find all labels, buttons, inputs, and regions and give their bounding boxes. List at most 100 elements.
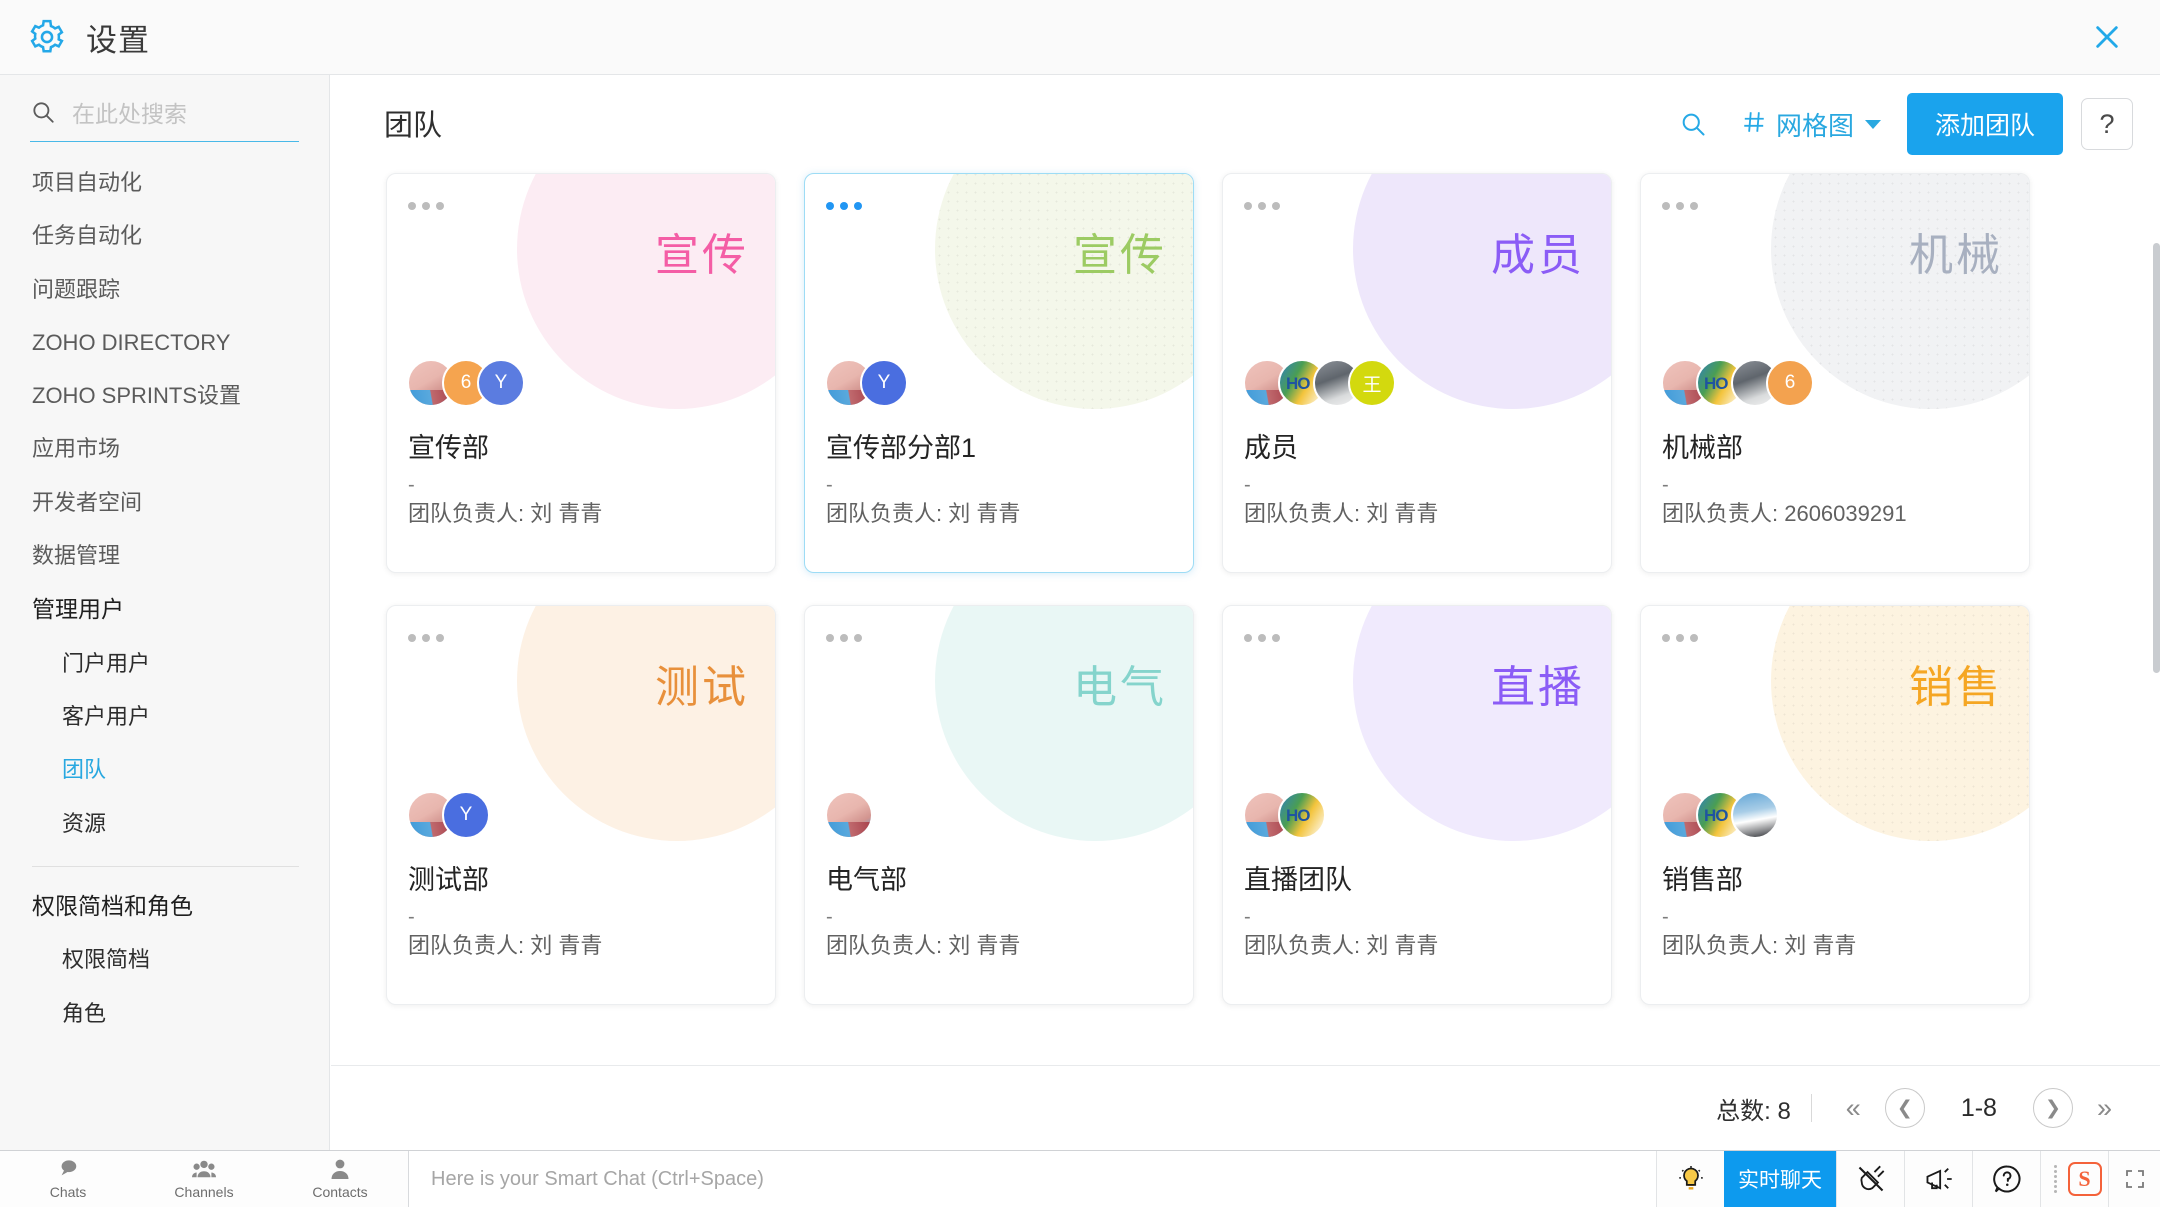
sidebar-item-5[interactable]: 应用市场: [0, 422, 329, 475]
card-owner: 团队负责人: 刘 青青: [826, 933, 1021, 958]
card-description: -: [1662, 474, 1669, 496]
card-avatar-stack: [1243, 791, 1326, 839]
sidebar-item-10[interactable]: 客户用户: [0, 690, 329, 743]
avatar[interactable]: [1278, 791, 1326, 839]
card-avatar-stack: 王: [1243, 359, 1396, 407]
drag-grip-icon[interactable]: [2053, 1164, 2062, 1194]
card-avatar-stack: [825, 791, 873, 839]
sidebar-item-12[interactable]: 资源: [0, 797, 329, 850]
avatar[interactable]: Y: [442, 791, 490, 839]
pagination-bar: 总数: 8 « ❮ 1-8 ❯ »: [331, 1065, 2160, 1150]
sidebar-item-6[interactable]: 开发者空间: [0, 476, 329, 529]
sogou-ime-icon[interactable]: S: [2067, 1162, 2102, 1196]
live-chat-button[interactable]: 实时聊天: [1724, 1151, 1836, 1207]
sidebar-item-1[interactable]: 任务自动化: [0, 209, 329, 262]
question-circle-icon[interactable]: [1972, 1151, 2040, 1207]
sidebar-search[interactable]: [30, 99, 299, 142]
avatar[interactable]: 6: [1766, 359, 1814, 407]
sidebar-item-11[interactable]: 团队: [0, 743, 329, 796]
gear-icon: [26, 16, 68, 58]
window-title: 设置: [86, 22, 150, 58]
sidebar-item-14[interactable]: 权限简档: [0, 933, 329, 986]
card-owner: 团队负责人: 刘 青青: [1244, 501, 1439, 526]
sidebar-item-4[interactable]: ZOHO SPRINTS设置: [0, 369, 329, 422]
card-avatar-stack: Y: [825, 359, 908, 407]
card-more-options-icon[interactable]: [1244, 202, 1280, 210]
next-page-icon[interactable]: ❯: [2032, 1088, 2073, 1128]
close-icon[interactable]: [2080, 10, 2134, 64]
channels-icon: [192, 1158, 216, 1183]
card-title: 直播团队: [1244, 865, 1352, 895]
avatar[interactable]: Y: [477, 359, 525, 407]
taskbar-item-contacts[interactable]: Contacts: [272, 1151, 408, 1207]
add-team-button[interactable]: 添加团队: [1906, 93, 2063, 155]
sidebar-item-13[interactable]: 权限简档和角色: [0, 879, 329, 933]
card-title: 宣传部: [408, 433, 489, 463]
sidebar-nav: 项目自动化 任务自动化 问题跟踪 ZOHO DIRECTORY ZOHO SPRINTS…: [0, 142, 329, 1040]
first-page-icon[interactable]: «: [1832, 1093, 1875, 1124]
megaphone-icon[interactable]: [1904, 1151, 1972, 1207]
card-more-options-icon[interactable]: [826, 202, 862, 210]
total-count: 总数: 8: [1716, 1097, 1791, 1125]
sidebar-item-8[interactable]: 管理用户: [0, 582, 329, 636]
card-badge-text: 测试: [655, 663, 749, 712]
team-card[interactable]: 宣传 Y 宣传部分部1 - 团队负责人: 刘 青青: [804, 173, 1194, 573]
card-more-options-icon[interactable]: [826, 634, 862, 642]
team-card[interactable]: 测试 Y 测试部 - 团队负责人: 刘 青青: [386, 605, 776, 1005]
sidebar-item-7[interactable]: 数据管理: [0, 529, 329, 582]
lightbulb-icon[interactable]: [1656, 1151, 1724, 1207]
team-card[interactable]: 成员王成员-团队负责人: 刘 青青: [1222, 173, 1612, 573]
help-button[interactable]: ?: [2081, 98, 2133, 150]
team-card[interactable]: 直播直播团队 - 团队负责人: 刘 青青: [1222, 605, 1612, 1005]
card-badge-text: 销售: [1909, 663, 2003, 712]
view-mode-dropdown[interactable]: 网格图: [1741, 106, 1881, 143]
sidebar-item-2[interactable]: 问题跟踪: [0, 263, 329, 316]
card-blob: [935, 606, 1193, 841]
card-more-options-icon[interactable]: [1244, 634, 1280, 642]
taskbar-label: Chats: [49, 1184, 87, 1200]
view-mode-label: 网格图: [1775, 110, 1854, 141]
card-more-options-icon[interactable]: [1662, 202, 1698, 210]
blob-dot-pattern: [1771, 606, 2029, 841]
vertical-scrollbar[interactable]: [2153, 243, 2160, 673]
team-card[interactable]: 销售销售部 - 团队负责人: 刘 青青: [1640, 605, 2030, 1005]
plug-disconnected-icon[interactable]: [1836, 1151, 1904, 1207]
card-more-options-icon[interactable]: [1662, 634, 1698, 642]
avatar[interactable]: [1731, 791, 1779, 839]
card-blob: [1771, 606, 2029, 841]
card-more-options-icon[interactable]: [408, 634, 444, 642]
taskbar-item-channels[interactable]: Channels: [136, 1151, 272, 1207]
card-description: -: [826, 474, 833, 496]
sidebar-item-3[interactable]: ZOHO DIRECTORY: [0, 316, 329, 369]
resize-icon[interactable]: [2108, 1151, 2160, 1207]
card-badge-text: 电气: [1073, 663, 1167, 712]
card-more-options-icon[interactable]: [408, 202, 444, 210]
prev-page-icon[interactable]: ❮: [1884, 1088, 1925, 1128]
card-owner: 团队负责人: 刘 青青: [1662, 933, 1857, 958]
settings-sidebar: 项目自动化任务自动化问题跟踪ZOHO DIRECTORYZOHO SPRINTS…: [0, 75, 330, 1150]
avatar[interactable]: [825, 791, 873, 839]
sidebar-item-15[interactable]: 角色: [0, 987, 329, 1040]
contact-icon: [330, 1158, 350, 1183]
taskbar-item-chats[interactable]: Chats: [0, 1151, 136, 1207]
card-description: -: [826, 906, 833, 928]
smart-chat-input[interactable]: [431, 1167, 1595, 1191]
card-description: -: [1244, 474, 1251, 496]
team-card[interactable]: 宣传 6 Y 宣传部 - 团队负责人: 刘 青青: [386, 173, 776, 573]
search-input[interactable]: [72, 101, 299, 128]
avatar[interactable]: 王: [1348, 359, 1396, 407]
team-card[interactable]: 电气 电气部 - 团队负责人: 刘 青青: [804, 605, 1194, 1005]
sogou-ime-tray[interactable]: S: [2040, 1151, 2108, 1207]
main-header: 团队 网格图 添加团队 ?: [331, 75, 2160, 163]
toolbar-search-icon[interactable]: [1665, 96, 1721, 152]
last-page-icon[interactable]: »: [2083, 1093, 2126, 1124]
card-avatar-stack: 6: [1661, 359, 1814, 407]
sidebar-separator: [32, 866, 299, 867]
card-badge-text: 机械: [1909, 231, 2003, 280]
smart-chat-bar[interactable]: [409, 1151, 1656, 1207]
team-card[interactable]: 机械 6 机械部 - 团队负责人: 2606039291: [1640, 173, 2030, 573]
sidebar-item-9[interactable]: 门户用户: [0, 637, 329, 690]
blob-dot-pattern: [935, 174, 1193, 409]
avatar[interactable]: Y: [860, 359, 908, 407]
sidebar-item-0[interactable]: 项目自动化: [0, 156, 329, 209]
